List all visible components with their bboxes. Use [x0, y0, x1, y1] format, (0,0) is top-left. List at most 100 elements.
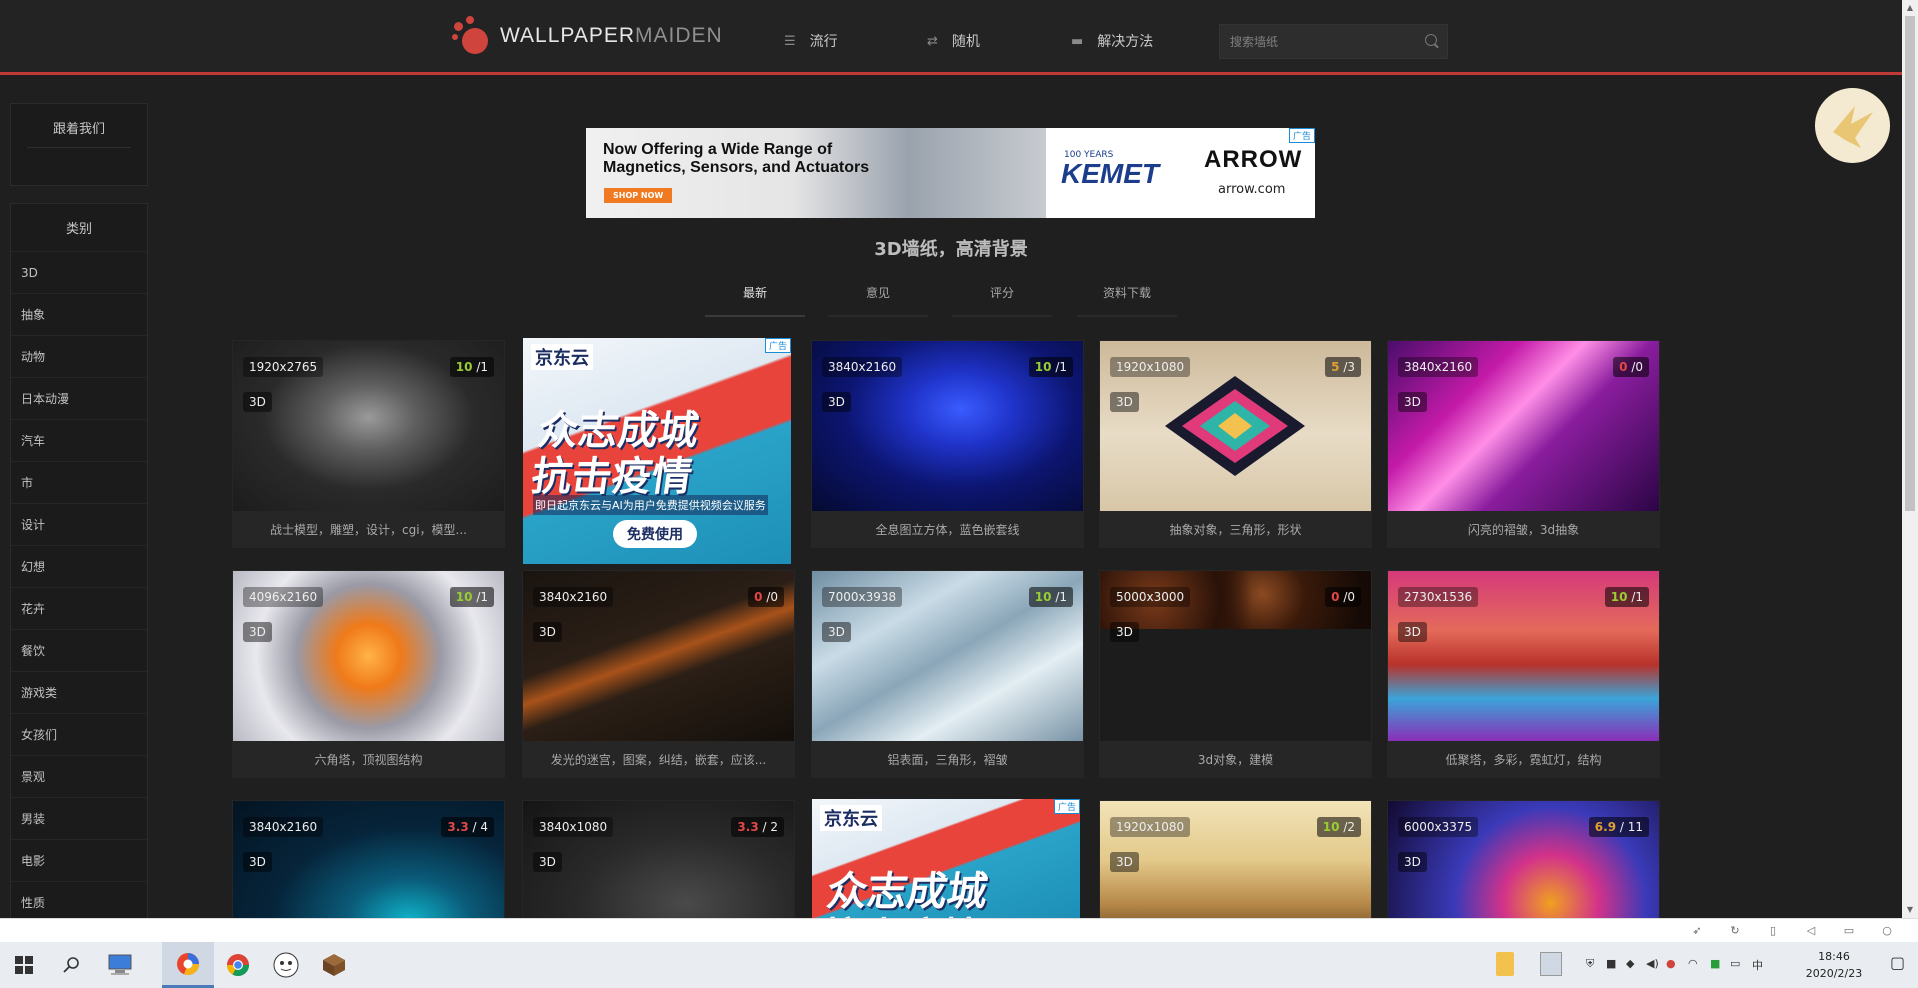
tab-rating[interactable]: 评分	[952, 284, 1052, 317]
ime-indicator[interactable]: 中	[1752, 957, 1763, 973]
wallpaper-card[interactable]: 2730x1536 3D 10 /1 低聚塔，多彩，霓虹灯，结构	[1387, 570, 1660, 778]
network-icon[interactable]: ◆	[1626, 957, 1634, 970]
wallpaper-card[interactable]: 3840x2160 3D 0 /0 发光的迷宫，图案，纠结，嵌套，应该...	[522, 570, 795, 778]
notification-icon[interactable]: ▢	[1890, 953, 1905, 972]
wallpaper-caption[interactable]: 闪亮的褶皱，3d抽象	[1387, 512, 1660, 548]
window-icon[interactable]: ▭	[1842, 924, 1856, 938]
nav-resolutions[interactable]: ▬ 解决方法	[1071, 31, 1153, 51]
battery-icon[interactable]: ▭	[1730, 957, 1740, 970]
wifi-icon[interactable]: ◠	[1688, 957, 1698, 970]
wallpaper-thumbnail[interactable]: 3840x1080 3D 3.3 / 2	[523, 801, 794, 918]
top-banner-ad[interactable]: Now Offering a Wide Range of Magnetics, …	[586, 128, 1315, 218]
category-item[interactable]: 女孩们	[11, 713, 147, 755]
category-item[interactable]: 动物	[11, 335, 147, 377]
rocket-icon[interactable]: ➶	[1690, 924, 1704, 938]
category-item[interactable]: 日本动漫	[11, 377, 147, 419]
volume-icon[interactable]: ◁	[1804, 924, 1818, 938]
taskbar-app-browser[interactable]	[162, 942, 214, 988]
wallpaper-card[interactable]: 3840x2160 3D 10 /1 全息图立方体，蓝色嵌套线	[811, 340, 1084, 548]
wallpaper-thumbnail[interactable]: 3840x2160 3D 3.3 / 4	[233, 801, 504, 918]
category-tag[interactable]: 3D	[1398, 392, 1427, 412]
recycle-bin-icon[interactable]	[1540, 952, 1562, 976]
wallpaper-thumbnail[interactable]: 1920x1080 3D 10 /2	[1100, 801, 1371, 918]
category-tag[interactable]: 3D	[243, 622, 272, 642]
wallpaper-caption[interactable]: 3d对象，建模	[1099, 742, 1372, 778]
category-item[interactable]: 景观	[11, 755, 147, 797]
wallpaper-thumbnail[interactable]: 6000x3375 3D 6.9 / 11	[1388, 801, 1659, 918]
category-tag[interactable]: 3D	[533, 622, 562, 642]
shield-icon[interactable]: ⛨	[1586, 957, 1594, 971]
category-item[interactable]: 设计	[11, 503, 147, 545]
category-tag[interactable]: 3D	[1110, 622, 1139, 642]
category-item[interactable]: 幻想	[11, 545, 147, 587]
start-button[interactable]	[0, 942, 48, 988]
vertical-scrollbar[interactable]: ▲ ▼	[1902, 0, 1918, 918]
folder-tray-icon[interactable]	[1496, 952, 1514, 976]
zoom-icon[interactable]: ○	[1880, 924, 1894, 938]
wallpaper-card[interactable]: 1920x1080 3D 10 /2	[1099, 800, 1372, 918]
wallpaper-thumbnail[interactable]: 5000x3000 3D 0 /0	[1100, 571, 1371, 741]
category-item[interactable]: 游戏类	[11, 671, 147, 713]
wallpaper-caption[interactable]: 抽象对象，三角形，形状	[1099, 512, 1372, 548]
category-tag[interactable]: 3D	[822, 392, 851, 412]
tab-opinions[interactable]: 意见	[828, 284, 928, 317]
category-tag[interactable]: 3D	[1398, 852, 1427, 872]
shop-now-button[interactable]: SHOP NOW	[604, 188, 673, 203]
wallpaper-card[interactable]: 4096x2160 3D 10 /1 六角塔，顶视图结构	[232, 570, 505, 778]
wallpaper-caption[interactable]: 战士模型，雕塑，设计，cgi，模型...	[232, 512, 505, 548]
search-input[interactable]	[1219, 24, 1448, 59]
category-tag[interactable]: 3D	[1398, 622, 1427, 642]
category-item[interactable]: 男装	[11, 797, 147, 839]
wallpaper-card[interactable]: 1920x2765 3D 10 /1 战士模型，雕塑，设计，cgi，模型...	[232, 340, 505, 548]
category-tag[interactable]: 3D	[533, 852, 562, 872]
wallpaper-thumbnail[interactable]: 2730x1536 3D 10 /1	[1388, 571, 1659, 741]
category-item[interactable]: 市	[11, 461, 147, 503]
wallpaper-thumbnail[interactable]: 3840x2160 3D 0 /0	[1388, 341, 1659, 511]
tab-downloads[interactable]: 资料下载	[1077, 284, 1177, 317]
category-tag[interactable]: 3D	[1110, 852, 1139, 872]
scroll-up-icon[interactable]: ▲	[1902, 0, 1918, 16]
wallpaper-card[interactable]: 1920x1080 3D 5 /3 抽象对象，三角形，形状	[1099, 340, 1372, 548]
jd-cloud-ad[interactable]: 京东云 众志成城 抗击疫情 即日起京东云与AI为用户免费提供视频会议服务 免费使用…	[523, 338, 791, 564]
site-logo[interactable]: WALLPAPER MAIDEN	[452, 16, 723, 56]
category-tag[interactable]: 3D	[243, 852, 272, 872]
nav-popular[interactable]: ☰ 流行	[784, 31, 838, 51]
refresh-icon[interactable]: ↻	[1728, 924, 1742, 938]
category-tag[interactable]: 3D	[822, 622, 851, 642]
wallpaper-card[interactable]: 5000x3000 3D 0 /0 3d对象，建模	[1099, 570, 1372, 778]
wallpaper-card[interactable]: 3840x2160 3D 0 /0 闪亮的褶皱，3d抽象	[1387, 340, 1660, 548]
ad-label[interactable]: 广告	[1053, 799, 1080, 814]
nvidia-icon[interactable]: ■	[1710, 957, 1720, 970]
taskbar-search-button[interactable]	[48, 942, 96, 988]
category-item[interactable]: 餐饮	[11, 629, 147, 671]
ad-label[interactable]: 广告	[1288, 128, 1315, 143]
wallpaper-card[interactable]: 7000x3938 3D 10 /1 铝表面，三角形，褶皱	[811, 570, 1084, 778]
wallpaper-thumbnail[interactable]: 7000x3938 3D 10 /1	[812, 571, 1083, 741]
vip-badge[interactable]	[1815, 88, 1890, 163]
free-use-button[interactable]: 免费使用	[613, 520, 697, 548]
sound-tray-icon[interactable]: ◀)	[1646, 957, 1659, 970]
wallpaper-caption[interactable]: 低聚塔，多彩，霓虹灯，结构	[1387, 742, 1660, 778]
taskbar-app-chat[interactable]	[262, 942, 310, 988]
wallpaper-thumbnail[interactable]: 1920x1080 3D 5 /3	[1100, 341, 1371, 511]
category-tag[interactable]: 3D	[243, 392, 272, 412]
wallpaper-card[interactable]: 6000x3375 3D 6.9 / 11	[1387, 800, 1660, 918]
wallpaper-thumbnail[interactable]: 1920x2765 3D 10 /1	[233, 341, 504, 511]
search-icon[interactable]	[1425, 34, 1437, 46]
security-app-icon[interactable]: ●	[1666, 957, 1676, 970]
wallpaper-thumbnail[interactable]: 4096x2160 3D 10 /1	[233, 571, 504, 741]
app-tray-icon[interactable]: ■	[1606, 957, 1616, 970]
taskbar-clock[interactable]: 18:46 2020/2/23	[1790, 948, 1878, 982]
category-item[interactable]: 性质	[11, 881, 147, 919]
category-item[interactable]: 抽象	[11, 293, 147, 335]
nav-random[interactable]: ⇄ 随机	[927, 31, 980, 51]
ad-label[interactable]: 广告	[764, 338, 791, 353]
taskbar-app-minecraft[interactable]	[310, 942, 358, 988]
category-item[interactable]: 电影	[11, 839, 147, 881]
wallpaper-caption[interactable]: 发光的迷宫，图案，纠结，嵌套，应该...	[522, 742, 795, 778]
category-item[interactable]: 汽车	[11, 419, 147, 461]
category-tag[interactable]: 3D	[1110, 392, 1139, 412]
wallpaper-card[interactable]: 3840x1080 3D 3.3 / 2	[522, 800, 795, 918]
wallpaper-caption[interactable]: 六角塔，顶视图结构	[232, 742, 505, 778]
scroll-down-icon[interactable]: ▼	[1902, 902, 1918, 918]
